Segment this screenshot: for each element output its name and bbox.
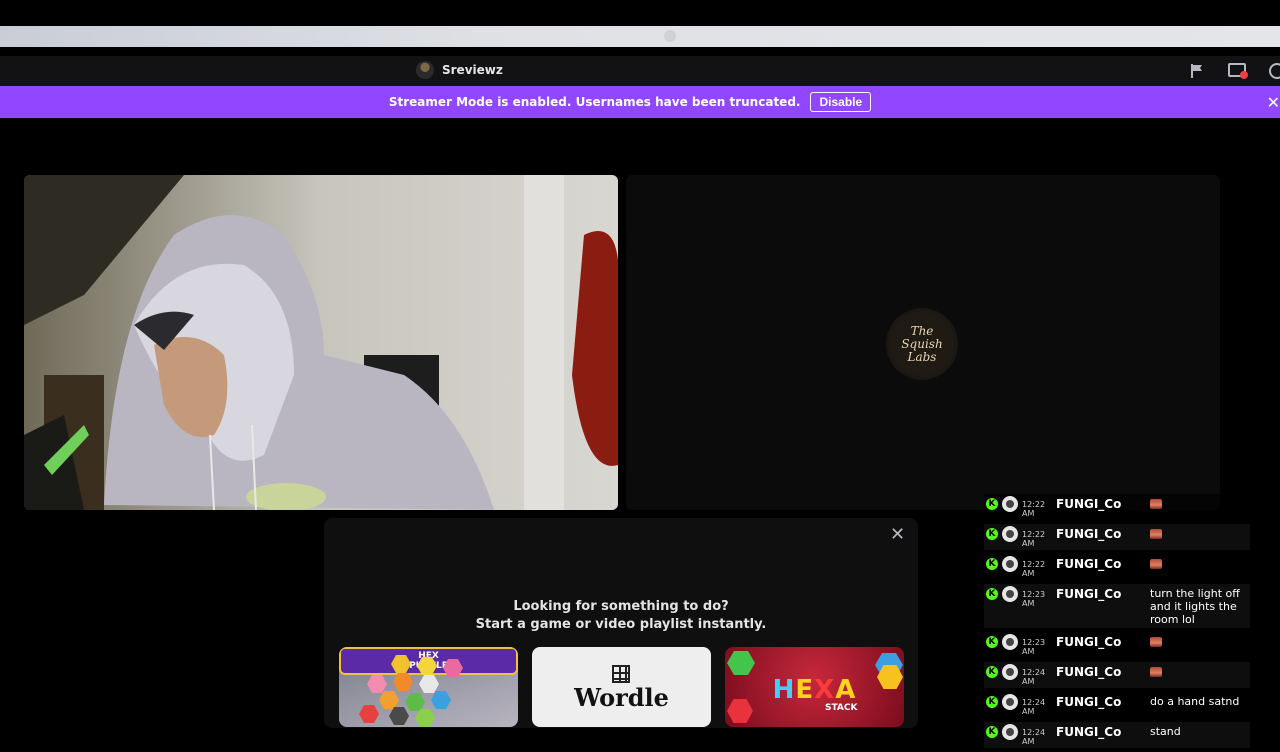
hexa-stack-title: HEXA	[772, 675, 857, 705]
squish-labs-logo: The Squish Labs	[886, 308, 958, 380]
chat-message: K 12:23 AM FUNGI_Co	[984, 632, 1250, 658]
disable-streamer-mode-button[interactable]: Disable	[810, 92, 872, 112]
flag-icon[interactable]	[1186, 60, 1208, 82]
chat-username[interactable]: FUNGI_Co	[1056, 695, 1150, 709]
hexa-stack-subtitle: STACK	[825, 703, 858, 713]
emote-icon	[1150, 529, 1162, 539]
server-avatar	[416, 61, 434, 79]
emote-icon	[1150, 559, 1162, 569]
kick-badge-icon: K	[986, 696, 998, 708]
browser-dot-icon	[664, 30, 676, 42]
kick-badge-icon: K	[986, 726, 998, 738]
banner-close-icon[interactable]: ✕	[1267, 93, 1280, 112]
activity-heading-line2: Start a game or video playlist instantly…	[475, 617, 767, 632]
chat-text	[1150, 527, 1246, 542]
chat-message: K 12:24 AM FUNGI_Co	[984, 662, 1250, 688]
window-title: Sreviewz	[442, 63, 503, 77]
chat-username[interactable]: FUNGI_Co	[1056, 587, 1150, 601]
chat-message: K 12:22 AM FUNGI_Co	[984, 524, 1250, 550]
chat-username[interactable]: FUNGI_Co	[1056, 497, 1150, 511]
chat-timestamp: 12:24 AM	[1022, 728, 1046, 746]
chat-timestamp: 12:23 AM	[1022, 590, 1046, 608]
wordle-title: Wordle	[574, 683, 669, 712]
browser-bar	[0, 26, 1280, 47]
chat-username[interactable]: FUNGI_Co	[1056, 527, 1150, 541]
chat-text	[1150, 557, 1246, 572]
user-avatar-icon	[1002, 634, 1018, 650]
user-avatar-icon	[1002, 496, 1018, 512]
chat-timestamp: 12:22 AM	[1022, 500, 1046, 518]
logo-text: The Squish Labs	[901, 323, 943, 364]
activity-card-hex-puzzle[interactable]: HEX PUZZLE	[339, 647, 518, 727]
chat-timestamp: 12:22 AM	[1022, 560, 1046, 578]
user-avatar-icon	[1002, 724, 1018, 740]
user-avatar-icon	[1002, 526, 1018, 542]
kick-badge-icon: K	[986, 666, 998, 678]
activity-card-wordle[interactable]: Wordle	[532, 647, 711, 727]
chat-message: K 12:22 AM FUNGI_Co	[984, 494, 1250, 520]
chat-overlay: K 12:22 AM FUNGI_Co K 12:22 AM FUNGI_Co K 12:22…	[984, 494, 1250, 752]
chat-message: K 12:23 AM FUNGI_Co turn the light off and …	[984, 584, 1250, 628]
activity-heading-line1: Looking for something to do?	[513, 599, 729, 614]
kick-badge-icon: K	[986, 558, 998, 570]
chat-username[interactable]: FUNGI_Co	[1056, 665, 1150, 679]
kick-badge-icon: K	[986, 636, 998, 648]
kick-badge-icon: K	[986, 498, 998, 510]
screen-share-icon[interactable]	[1227, 60, 1249, 82]
chat-timestamp: 12:24 AM	[1022, 668, 1046, 686]
user-avatar-icon	[1002, 556, 1018, 572]
chat-text: do a hand satnd	[1150, 695, 1240, 708]
bar-gap	[0, 47, 1280, 56]
chat-username[interactable]: FUNGI_Co	[1056, 635, 1150, 649]
emote-icon	[1150, 667, 1162, 677]
activity-card-hexa-stack[interactable]: HEXA STACK	[725, 647, 904, 727]
title-bar	[0, 56, 1280, 86]
emote-icon	[1150, 499, 1162, 509]
help-icon[interactable]	[1266, 60, 1280, 82]
kick-badge-icon: K	[986, 588, 998, 600]
chat-text: turn the light off and it lights the roo…	[1150, 587, 1240, 626]
camera-feed-image	[24, 175, 618, 510]
chat-text	[1150, 635, 1246, 650]
chat-message: K 12:22 AM FUNGI_Co	[984, 554, 1250, 580]
close-icon[interactable]: ✕	[890, 524, 905, 545]
streamer-mode-banner: Streamer Mode is enabled. Usernames have…	[0, 86, 1280, 118]
chat-text	[1150, 497, 1246, 512]
chat-username[interactable]: FUNGI_Co	[1056, 557, 1150, 571]
user-avatar-icon	[1002, 586, 1018, 602]
user-avatar-icon	[1002, 664, 1018, 680]
chat-timestamp: 12:23 AM	[1022, 638, 1046, 656]
emote-icon	[1150, 637, 1162, 647]
activity-heading: Looking for something to do? Start a gam…	[324, 598, 918, 634]
chat-message: K 12:24 AM FUNGI_Co stand	[984, 722, 1250, 748]
chat-timestamp: 12:22 AM	[1022, 530, 1046, 548]
banner-message: Streamer Mode is enabled. Usernames have…	[388, 95, 801, 109]
chat-username[interactable]: FUNGI_Co	[1056, 725, 1150, 739]
video-tile-camera[interactable]	[24, 175, 618, 510]
chat-text: stand	[1150, 725, 1181, 738]
kick-badge-icon: K	[986, 528, 998, 540]
top-letterbox	[0, 0, 1280, 26]
wordle-grid-icon	[612, 665, 630, 683]
chat-timestamp: 12:24 AM	[1022, 698, 1046, 716]
user-avatar-icon	[1002, 694, 1018, 710]
chat-text	[1150, 665, 1246, 680]
chat-message: K 12:24 AM FUNGI_Co do a hand satnd	[984, 692, 1250, 718]
